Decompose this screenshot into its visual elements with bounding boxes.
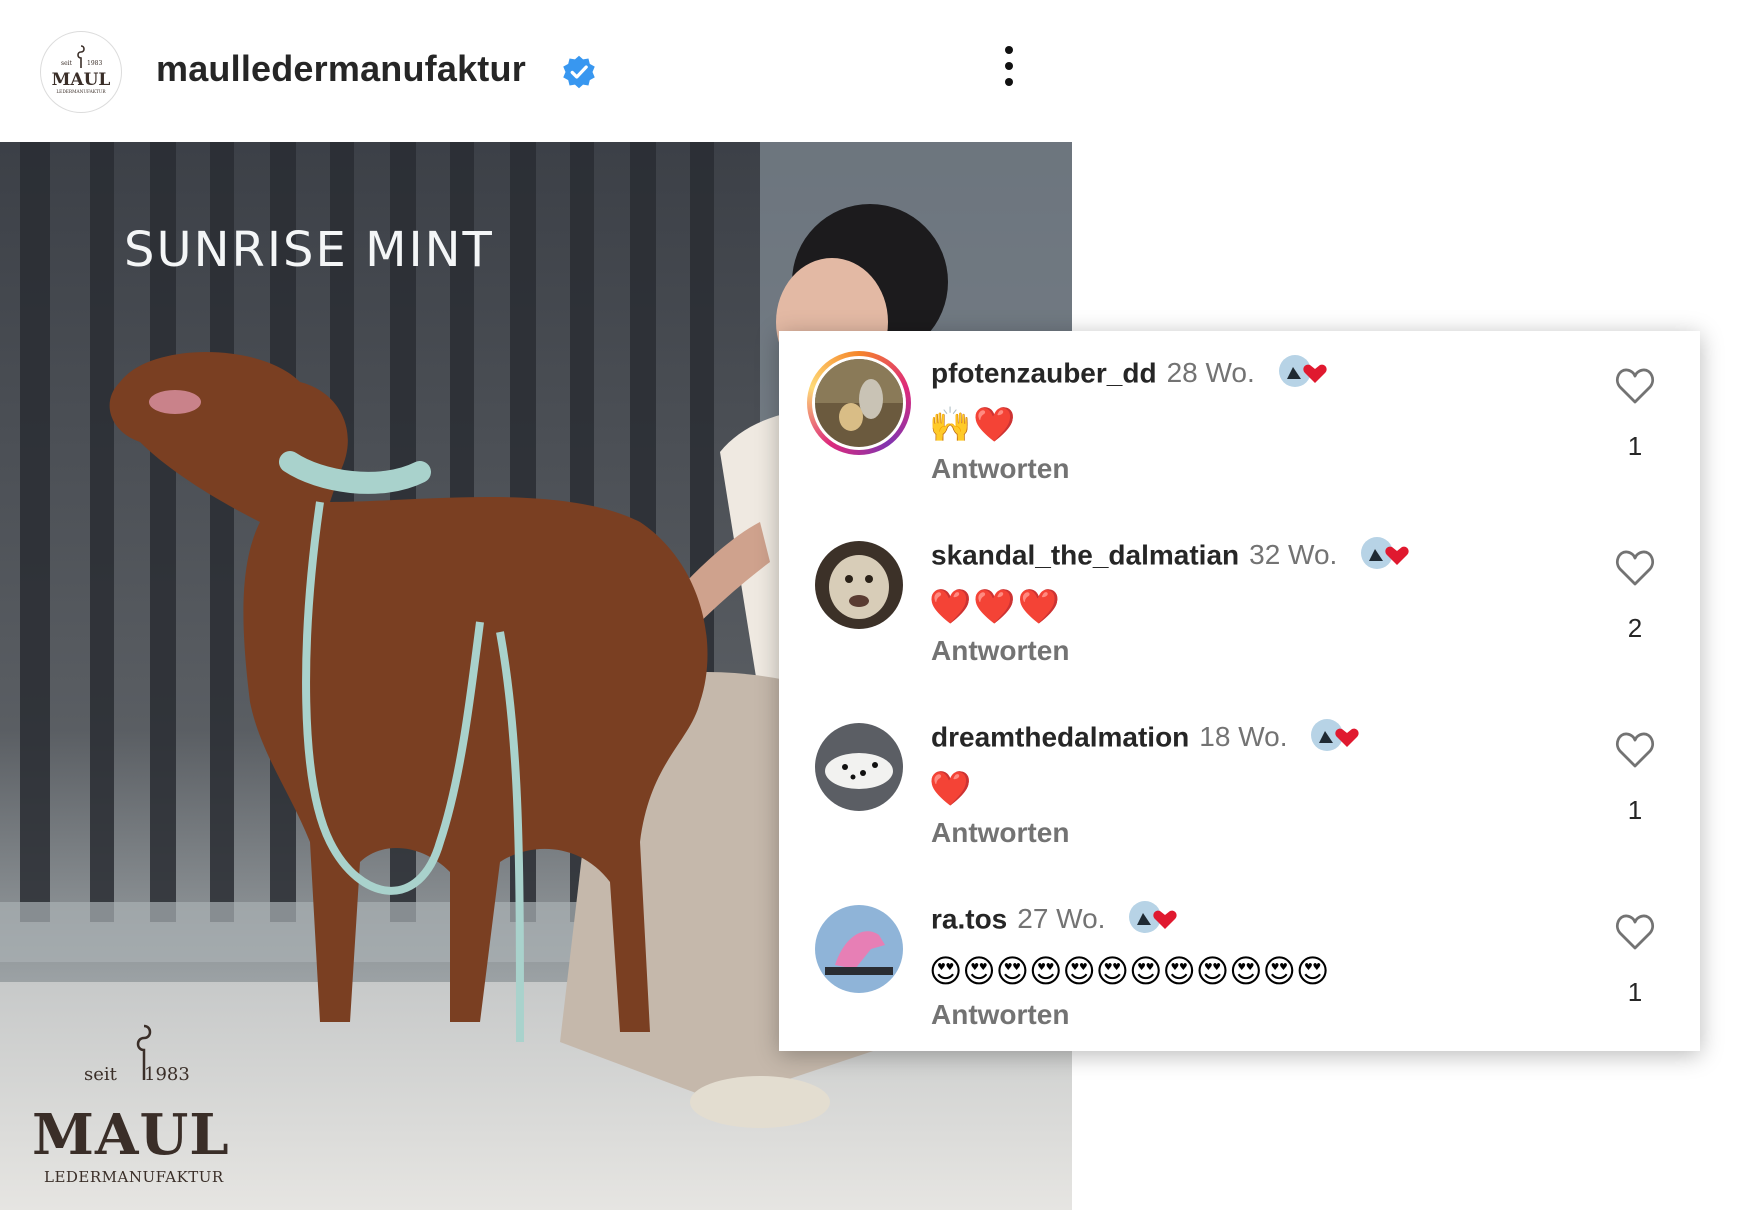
svg-text:LEDERMANUFAKTUR: LEDERMANUFAKTUR: [56, 90, 106, 95]
comment-time: 28 Wo.: [1166, 357, 1255, 389]
commenter-avatar[interactable]: [807, 715, 911, 819]
svg-text:seit: seit: [61, 60, 73, 67]
avatar-photo: [815, 541, 903, 629]
comment-username[interactable]: ra.tos 27 Wo.: [931, 901, 1183, 939]
like-count: 1: [1627, 431, 1643, 461]
commenter-avatar[interactable]: [807, 897, 911, 1001]
comment-item: ra.tos 27 Wo. 😍😍😍😍😍😍😍😍😍😍😍😍 Antworten 1: [779, 877, 1700, 1059]
like-count: 1: [1627, 977, 1643, 1007]
profile-heart-badge-icon: [1278, 355, 1327, 387]
profile-heart-badge-icon: [1129, 901, 1177, 933]
comment-username[interactable]: dreamthedalmation 18 Wo.: [931, 719, 1365, 757]
reply-button[interactable]: Antworten: [931, 453, 1069, 485]
heart-icon[interactable]: [1615, 367, 1655, 405]
comment-username[interactable]: pfotenzauber_dd 28 Wo.: [931, 355, 1333, 393]
comment-time: 27 Wo.: [1017, 903, 1106, 935]
comment-item: pfotenzauber_dd 28 Wo. 🙌❤️ Antworten 1: [779, 331, 1700, 513]
comment-username[interactable]: skandal_the_dalmatian 32 Wo.: [931, 537, 1415, 575]
svg-text:MAUL: MAUL: [52, 70, 111, 90]
commenter-avatar[interactable]: [807, 351, 911, 455]
svg-text:1983: 1983: [87, 60, 102, 67]
maul-logo-icon: seit 1983 MAUL LEDERMANUFAKTUR: [42, 33, 120, 111]
post-header: seit 1983 MAUL LEDERMANUFAKTUR maulleder…: [0, 0, 1070, 142]
comment-time: 18 Wo.: [1199, 721, 1288, 753]
brand-seit: seit: [84, 1064, 117, 1085]
heart-icon[interactable]: [1615, 913, 1655, 951]
reply-button[interactable]: Antworten: [931, 999, 1069, 1031]
comment-item: dreamthedalmation 18 Wo. ❤️ Antworten 1: [779, 695, 1700, 877]
brand-word: MAUL: [32, 1102, 230, 1168]
brand-watermark: seit 1983 MAUL LEDERMANUFAKTUR: [32, 1022, 232, 1192]
brand-year: 1983: [144, 1064, 190, 1085]
profile-heart-badge-icon: [1361, 537, 1409, 569]
account-avatar[interactable]: seit 1983 MAUL LEDERMANUFAKTUR: [40, 31, 122, 113]
comment-text: ❤️: [929, 769, 974, 809]
more-options-button[interactable]: [996, 46, 1022, 98]
comment-text: 😍😍😍😍😍😍😍😍😍😍😍😍: [929, 952, 1330, 990]
avatar-photo: [815, 359, 903, 447]
comment-time: 32 Wo.: [1249, 539, 1338, 571]
comment-text: ❤️❤️❤️: [929, 587, 1063, 627]
post-title-overlay: SUNRISE MINT: [124, 222, 494, 278]
profile-heart-badge-icon: [1311, 719, 1359, 751]
reply-button[interactable]: Antworten: [931, 817, 1069, 849]
commenter-avatar[interactable]: [807, 533, 911, 637]
brand-subtitle: LEDERMANUFAKTUR: [44, 1168, 224, 1186]
comment-text: 🙌❤️: [929, 405, 1018, 445]
avatar-photo: [815, 723, 903, 811]
reply-button[interactable]: Antworten: [931, 635, 1069, 667]
like-count: 2: [1627, 613, 1643, 643]
avatar-photo: [815, 905, 903, 993]
verified-badge-icon: [563, 55, 595, 89]
like-count: 1: [1627, 795, 1643, 825]
heart-icon[interactable]: [1615, 549, 1655, 587]
comment-item: skandal_the_dalmatian 32 Wo. ❤️❤️❤️ Antwo…: [779, 513, 1700, 695]
more-vertical-icon: [1005, 46, 1013, 54]
account-name[interactable]: maulledermanufaktur: [156, 48, 526, 90]
heart-icon[interactable]: [1615, 731, 1655, 769]
comments-panel: pfotenzauber_dd 28 Wo. 🙌❤️ Antworten 1 s…: [779, 331, 1700, 1051]
